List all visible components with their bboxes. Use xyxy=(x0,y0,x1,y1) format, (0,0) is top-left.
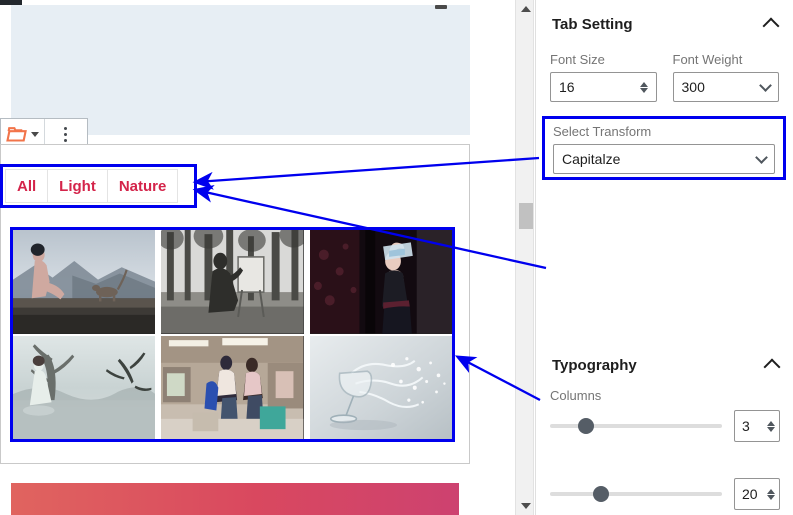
triangle-up-icon xyxy=(520,6,531,12)
font-size-label: Font Size xyxy=(550,52,605,67)
editor-canvas: All Light Nature xyxy=(0,0,514,515)
footer-color-block[interactable] xyxy=(11,483,459,515)
title-font-size-field: 20 xyxy=(536,478,793,510)
font-weight-label: Font Weight xyxy=(672,52,743,67)
title-font-size-slider-row: 20 xyxy=(536,478,793,510)
columns-value: 3 xyxy=(742,418,750,434)
columns-field: Columns 3 xyxy=(536,388,793,442)
title-font-size-slider-track[interactable] xyxy=(550,486,722,502)
spinner-arrows-icon[interactable] xyxy=(639,81,648,93)
triangle-down-icon xyxy=(520,503,531,509)
folder-gallery-icon xyxy=(6,126,28,143)
editor-scrollbar[interactable] xyxy=(515,0,534,515)
hero-cover-block[interactable] xyxy=(11,5,470,135)
more-vertical-icon xyxy=(64,127,68,142)
chevron-up-icon xyxy=(763,358,781,376)
canvas-gutter xyxy=(0,5,11,135)
typography-panel-header[interactable]: Typography xyxy=(536,341,793,389)
chevron-down-icon xyxy=(755,151,768,164)
spinner-arrows-icon[interactable] xyxy=(767,420,775,432)
columns-slider-row: 3 xyxy=(536,410,793,442)
tabs-annotation-box xyxy=(0,164,197,208)
font-size-value: 16 xyxy=(559,79,575,95)
select-transform-label: Select Transform xyxy=(553,124,652,139)
chevron-down-icon xyxy=(759,79,772,92)
font-size-weight-row: Font Size 16 Font Weight 300 xyxy=(536,52,793,102)
spinner-arrows-icon[interactable] xyxy=(767,488,775,500)
tab-setting-title: Tab Setting xyxy=(552,15,633,33)
block-resize-handle[interactable] xyxy=(435,5,447,9)
title-font-size-number-input[interactable]: 20 xyxy=(734,478,780,510)
select-transform-select[interactable]: Capitalze xyxy=(553,144,775,174)
columns-label: Columns xyxy=(550,388,602,403)
scroll-down-button[interactable] xyxy=(516,497,535,515)
chevron-up-icon xyxy=(762,17,780,35)
select-transform-value: Capitalze xyxy=(562,151,621,167)
font-weight-field: Font Weight 300 xyxy=(672,52,779,102)
typography-title: Typography xyxy=(552,356,637,374)
tab-setting-panel-header[interactable]: Tab Setting xyxy=(536,0,793,48)
font-size-field: Font Size 16 xyxy=(550,52,657,102)
title-font-size-value: 20 xyxy=(742,486,758,502)
columns-slider-track[interactable] xyxy=(550,418,722,434)
font-size-input[interactable]: 16 xyxy=(550,72,657,102)
chevron-down-icon xyxy=(30,132,39,137)
select-transform-annotation-box: Select Transform Capitalze xyxy=(542,116,786,180)
font-weight-select[interactable]: 300 xyxy=(672,72,779,102)
columns-slider-knob[interactable] xyxy=(577,418,594,434)
scrollbar-thumb[interactable] xyxy=(519,203,533,229)
settings-sidebar: Tab Setting Font Size 16 Font Weight 300… xyxy=(535,0,793,515)
title-font-size-slider-knob[interactable] xyxy=(593,486,609,502)
font-weight-value: 300 xyxy=(681,79,705,95)
scroll-up-button[interactable] xyxy=(516,0,535,18)
gallery-annotation-box xyxy=(10,227,455,442)
columns-number-input[interactable]: 3 xyxy=(734,410,780,442)
select-transform-field: Select Transform Capitalze xyxy=(545,119,783,174)
app-window: All Light Nature Tab Setting Font Size 1… xyxy=(0,0,793,515)
